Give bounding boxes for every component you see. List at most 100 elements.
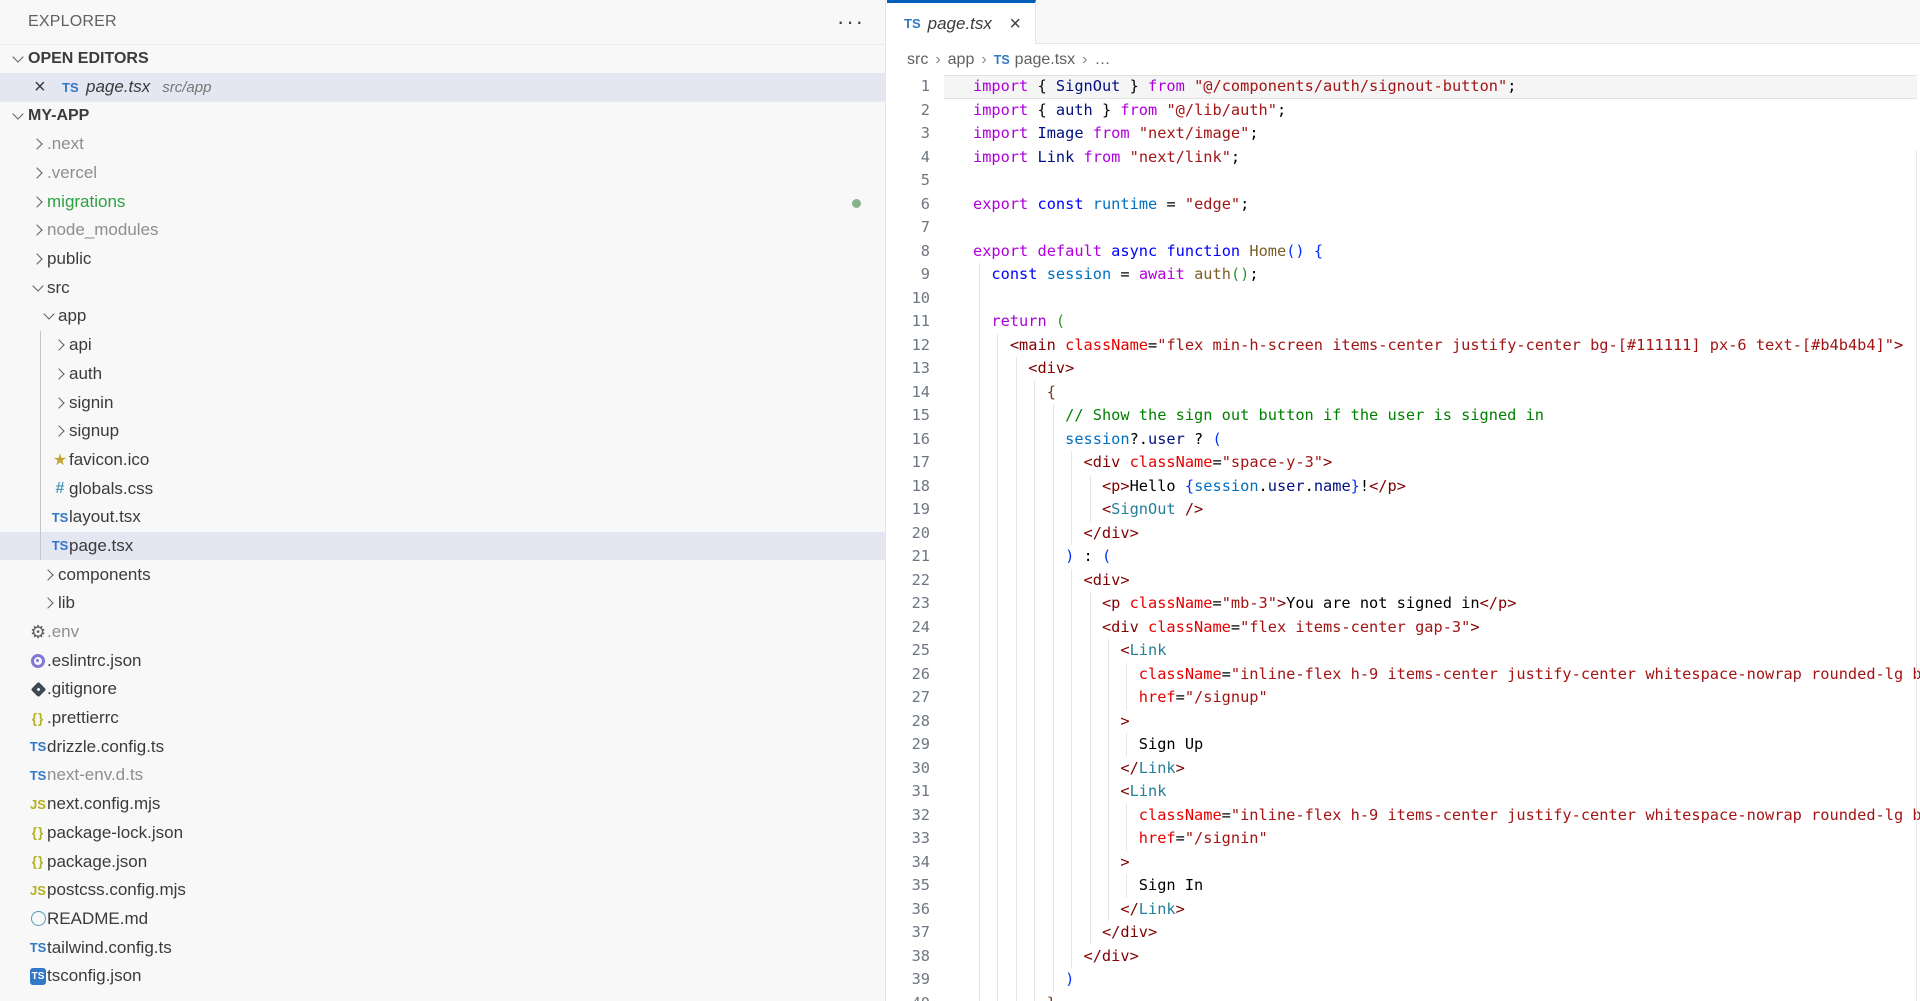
tree-item-next-env-d-ts[interactable]: TSnext-env.d.ts [0,761,885,790]
tree-item-node-modules[interactable]: node_modules [0,216,885,245]
tree-item-public[interactable]: public [0,245,885,274]
tree-item-favicon-ico[interactable]: ★favicon.ico [0,446,885,475]
line-number[interactable]: 11 [887,310,930,334]
project-section-header[interactable]: MY-APP [0,101,885,130]
tree-item-readme-md[interactable]: README.md [0,905,885,934]
line-number[interactable]: 38 [887,945,930,969]
code-line-10[interactable]: 10 [887,287,1920,311]
tab-page-tsx[interactable]: TS page.tsx × [887,0,1036,44]
tree-item-page-tsx[interactable]: TSpage.tsx [0,532,885,561]
tree-item--next[interactable]: .next [0,130,885,159]
tree-item--gitignore[interactable]: .gitignore [0,675,885,704]
tree-item--eslintrc-json[interactable]: .eslintrc.json [0,646,885,675]
line-number[interactable]: 13 [887,357,930,381]
line-number[interactable]: 5 [887,169,930,193]
line-number[interactable]: 22 [887,569,930,593]
tree-item-layout-tsx[interactable]: TSlayout.tsx [0,503,885,532]
line-number[interactable]: 12 [887,334,930,358]
code-line-4[interactable]: 4import Link from "next/link"; [887,146,1920,170]
tree-item-tsconfig-json[interactable]: TStsconfig.json [0,962,885,991]
tree-item-package-json[interactable]: {}package.json [0,847,885,876]
line-number[interactable]: 6 [887,193,930,217]
tree-item-components[interactable]: components [0,560,885,589]
code-editor[interactable]: 1import { SignOut } from "@/components/a… [887,75,1920,1001]
line-number[interactable]: 26 [887,663,930,687]
code-line-14[interactable]: 14 { [887,381,1920,405]
breadcrumb-file[interactable]: page.tsx [1015,51,1075,69]
code-line-8[interactable]: 8export default async function Home() { [887,240,1920,264]
line-number[interactable]: 33 [887,827,930,851]
code-line-13[interactable]: 13 <div> [887,357,1920,381]
line-number[interactable]: 18 [887,475,930,499]
line-number[interactable]: 1 [887,75,930,99]
line-number[interactable]: 27 [887,686,930,710]
tree-item--vercel[interactable]: .vercel [0,159,885,188]
code-line-12[interactable]: 12 <main className="flex min-h-screen it… [887,334,1920,358]
tree-item-api[interactable]: api [0,331,885,360]
tree-item-lib[interactable]: lib [0,589,885,618]
code-line-25[interactable]: 25 <Link [887,639,1920,663]
code-line-15[interactable]: 15 // Show the sign out button if the us… [887,404,1920,428]
code-line-23[interactable]: 23 <p className="mb-3">You are not signe… [887,592,1920,616]
code-line-37[interactable]: 37 </div> [887,921,1920,945]
tree-item-src[interactable]: src [0,273,885,302]
code-line-6[interactable]: 6export const runtime = "edge"; [887,193,1920,217]
code-line-3[interactable]: 3import Image from "next/image"; [887,122,1920,146]
line-number[interactable]: 30 [887,757,930,781]
code-line-30[interactable]: 30 </Link> [887,757,1920,781]
code-line-35[interactable]: 35 Sign In [887,874,1920,898]
breadcrumb-symbol[interactable]: … [1094,51,1110,69]
tree-item-package-lock-json[interactable]: {}package-lock.json [0,819,885,848]
line-number[interactable]: 9 [887,263,930,287]
line-number[interactable]: 19 [887,498,930,522]
code-line-36[interactable]: 36 </Link> [887,898,1920,922]
code-line-11[interactable]: 11 return ( [887,310,1920,334]
tree-item-signup[interactable]: signup [0,417,885,446]
line-number[interactable]: 21 [887,545,930,569]
breadcrumb-src[interactable]: src [907,51,928,69]
code-line-22[interactable]: 22 <div> [887,569,1920,593]
tree-item-signin[interactable]: signin [0,388,885,417]
code-line-1[interactable]: 1import { SignOut } from "@/components/a… [887,75,1920,99]
code-line-31[interactable]: 31 <Link [887,780,1920,804]
code-line-7[interactable]: 7 [887,216,1920,240]
line-number[interactable]: 3 [887,122,930,146]
line-number[interactable]: 8 [887,240,930,264]
code-line-24[interactable]: 24 <div className="flex items-center gap… [887,616,1920,640]
tree-item-postcss-config-mjs[interactable]: JSpostcss.config.mjs [0,876,885,905]
line-number[interactable]: 14 [887,381,930,405]
code-line-32[interactable]: 32 className="inline-flex h-9 items-cent… [887,804,1920,828]
tree-item-drizzle-config-ts[interactable]: TSdrizzle.config.ts [0,732,885,761]
more-actions-icon[interactable]: ··· [837,17,865,27]
tree-item-app[interactable]: app [0,302,885,331]
code-line-20[interactable]: 20 </div> [887,522,1920,546]
open-editor-item-page-tsx[interactable]: × TS page.tsx src/app [0,73,885,101]
line-number[interactable]: 20 [887,522,930,546]
tree-item-migrations[interactable]: migrations [0,187,885,216]
code-line-9[interactable]: 9 const session = await auth(); [887,263,1920,287]
code-line-17[interactable]: 17 <div className="space-y-3"> [887,451,1920,475]
line-number[interactable]: 36 [887,898,930,922]
line-number[interactable]: 10 [887,287,930,311]
line-number[interactable]: 23 [887,592,930,616]
code-line-18[interactable]: 18 <p>Hello {session.user.name}!</p> [887,475,1920,499]
tree-item-auth[interactable]: auth [0,360,885,389]
line-number[interactable]: 7 [887,216,930,240]
line-number[interactable]: 2 [887,99,930,123]
open-editors-section-header[interactable]: OPEN EDITORS [0,44,885,73]
code-line-29[interactable]: 29 Sign Up [887,733,1920,757]
line-number[interactable]: 15 [887,404,930,428]
line-number[interactable]: 24 [887,616,930,640]
code-line-38[interactable]: 38 </div> [887,945,1920,969]
code-line-2[interactable]: 2import { auth } from "@/lib/auth"; [887,99,1920,123]
line-number[interactable]: 25 [887,639,930,663]
close-icon[interactable]: × [1009,15,1021,33]
code-line-19[interactable]: 19 <SignOut /> [887,498,1920,522]
line-number[interactable]: 35 [887,874,930,898]
line-number[interactable]: 40 [887,992,930,1001]
tree-item-next-config-mjs[interactable]: JSnext.config.mjs [0,790,885,819]
line-number[interactable]: 16 [887,428,930,452]
code-line-5[interactable]: 5 [887,169,1920,193]
line-number[interactable]: 4 [887,146,930,170]
line-number[interactable]: 34 [887,851,930,875]
